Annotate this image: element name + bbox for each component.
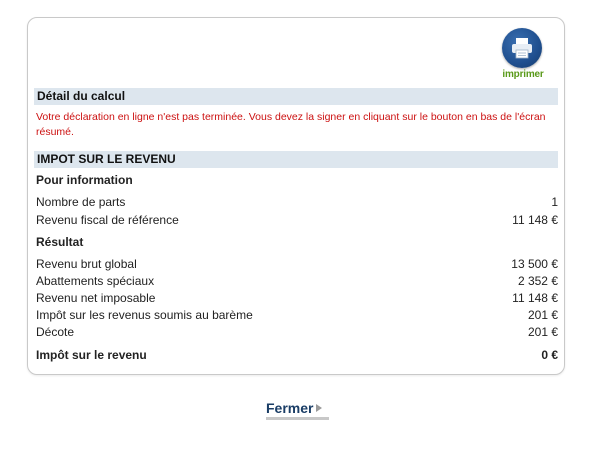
info-heading: Pour information xyxy=(36,173,133,187)
row-value: 2 352 € xyxy=(517,274,558,288)
detail-section-title: Détail du calcul xyxy=(34,88,558,105)
row-label: Abattements spéciaux xyxy=(36,274,155,288)
print-button[interactable]: imprimer xyxy=(498,28,548,84)
total-row-impot: Impôt sur le revenu 0 € xyxy=(36,347,558,363)
result-heading: Résultat xyxy=(36,235,84,249)
arrow-right-icon xyxy=(316,404,323,412)
close-button[interactable]: Fermer xyxy=(266,400,329,420)
result-row-net: Revenu net imposable 11 148 € xyxy=(36,290,558,306)
row-label: Impôt sur les revenus soumis au barème xyxy=(36,308,253,322)
total-value: 0 € xyxy=(541,348,558,362)
row-label: Nombre de parts xyxy=(36,195,126,209)
row-value: 13 500 € xyxy=(511,257,558,271)
result-row-brut: Revenu brut global 13 500 € xyxy=(36,256,558,272)
row-value: 201 € xyxy=(527,325,558,339)
row-label: Revenu fiscal de référence xyxy=(36,213,179,227)
result-row-abattements: Abattements spéciaux 2 352 € xyxy=(36,273,558,289)
result-row-decote: Décote 201 € xyxy=(36,324,558,340)
total-label: Impôt sur le revenu xyxy=(36,348,147,362)
row-value: 201 € xyxy=(527,308,558,322)
result-row-bareme: Impôt sur les revenus soumis au barème 2… xyxy=(36,307,558,323)
printer-icon xyxy=(502,28,542,68)
info-row-revenu-fiscal: Revenu fiscal de référence 11 148 € xyxy=(36,212,558,228)
calculation-panel: imprimer Détail du calcul Votre déclarat… xyxy=(27,17,565,375)
close-label: Fermer xyxy=(266,400,314,416)
row-value: 11 148 € xyxy=(512,291,558,305)
row-label: Décote xyxy=(36,325,75,339)
print-label: imprimer xyxy=(502,69,544,80)
info-row-parts: Nombre de parts 1 xyxy=(36,194,558,210)
signature-warning: Votre déclaration en ligne n'est pas ter… xyxy=(36,111,546,138)
row-value: 11 148 € xyxy=(512,213,558,227)
row-label: Revenu brut global xyxy=(36,257,137,271)
impot-section-title: IMPOT SUR LE REVENU xyxy=(34,151,558,168)
row-value: 1 xyxy=(551,195,558,209)
close-underline xyxy=(266,417,329,420)
row-label: Revenu net imposable xyxy=(36,291,156,305)
